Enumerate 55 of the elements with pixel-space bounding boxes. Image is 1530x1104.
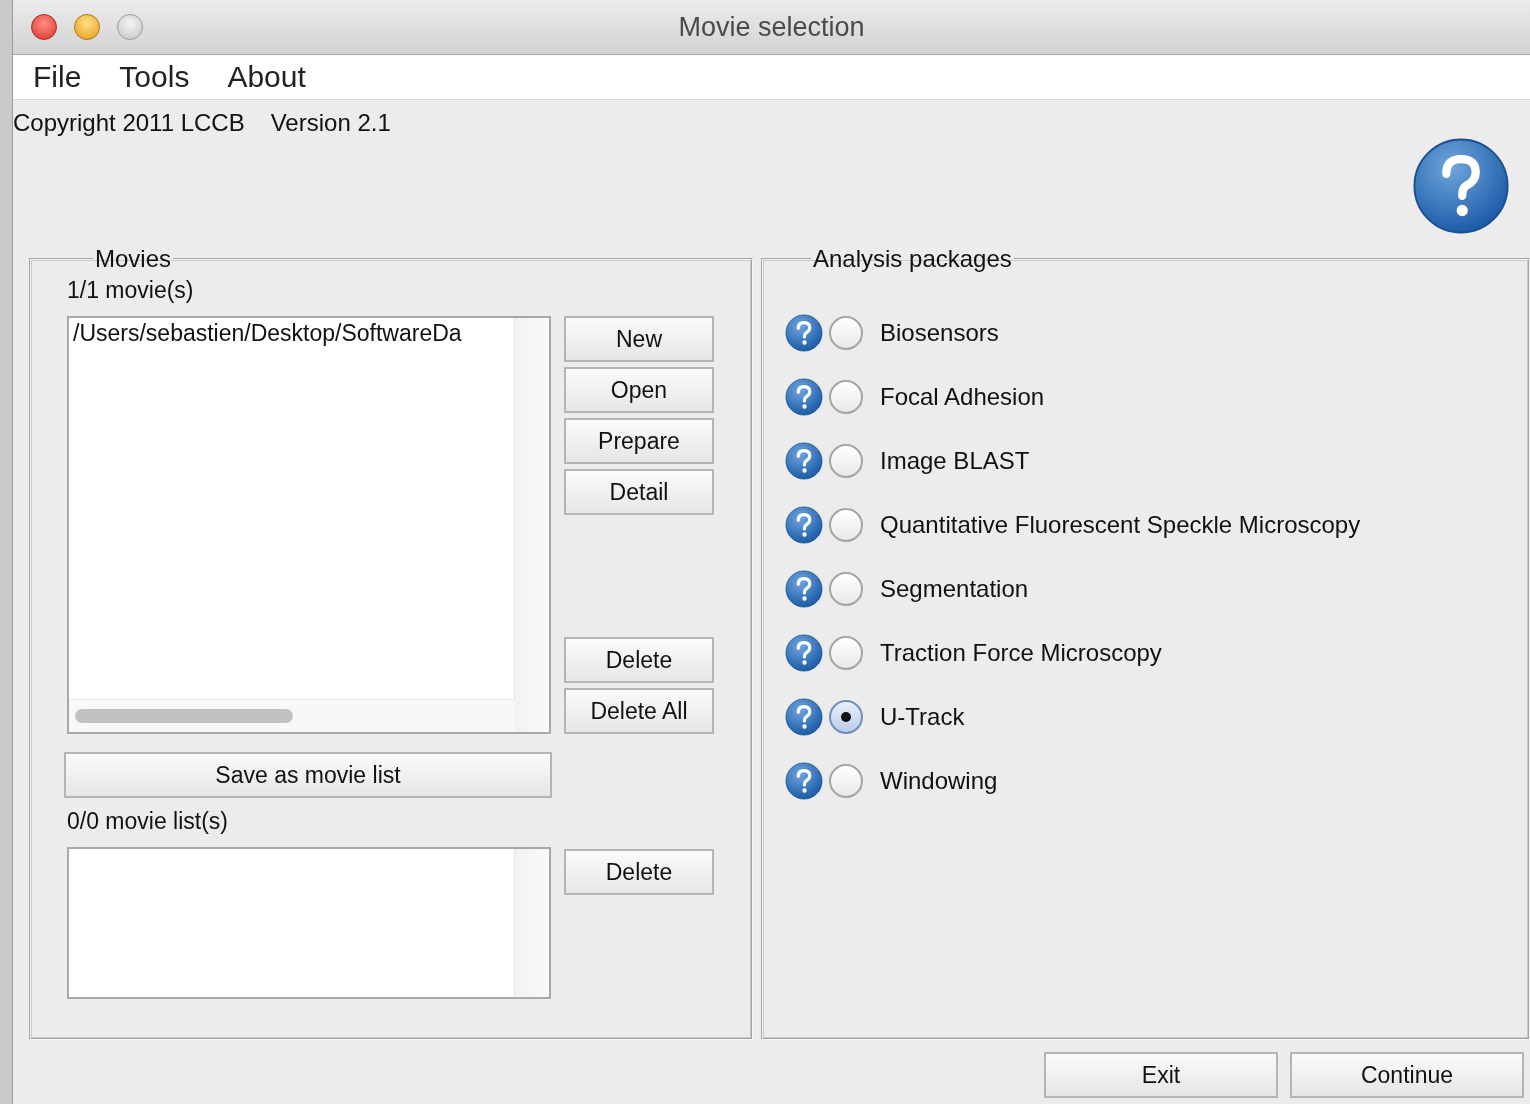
- movie-list[interactable]: /Users/sebastien/Desktop/SoftwareDa: [67, 316, 551, 734]
- panel-title: Analysis packages: [812, 245, 1013, 273]
- footer-button[interactable]: Exit: [1044, 1052, 1278, 1098]
- package-label[interactable]: Segmentation: [880, 575, 1029, 603]
- help-icon[interactable]: [785, 634, 823, 672]
- vertical-scrollbar[interactable]: [514, 318, 549, 732]
- delete-button[interactable]: Delete All: [564, 688, 714, 734]
- footer-button[interactable]: Continue: [1290, 1052, 1524, 1098]
- delete-button[interactable]: Delete: [564, 637, 714, 683]
- menu-item[interactable]: About: [227, 60, 306, 94]
- package-label[interactable]: Windowing: [880, 767, 998, 795]
- radio-button[interactable]: [829, 508, 863, 542]
- movie-button[interactable]: New: [564, 316, 714, 362]
- radio-button[interactable]: [829, 572, 863, 606]
- movie-count: 1/1 movie(s): [67, 277, 194, 304]
- radio-button[interactable]: [829, 380, 863, 414]
- help-icon[interactable]: [785, 314, 823, 352]
- save-list-button[interactable]: Save as movie list: [64, 752, 552, 798]
- movie-lists-box[interactable]: [67, 847, 551, 999]
- package-label[interactable]: U-Track: [880, 703, 965, 731]
- radio-button[interactable]: [829, 316, 863, 350]
- horizontal-scrollbar[interactable]: [69, 699, 515, 732]
- version-text: Version 2.1: [270, 109, 391, 137]
- scroll-thumb[interactable]: [75, 709, 293, 723]
- help-icon[interactable]: [785, 506, 823, 544]
- help-icon[interactable]: [1412, 137, 1510, 235]
- window-title: Movie selection: [678, 11, 865, 42]
- help-icon[interactable]: [785, 442, 823, 480]
- package-label[interactable]: Quantitative Fluorescent Speckle Microscopy: [880, 511, 1361, 539]
- close-button[interactable]: [31, 14, 57, 40]
- movie-button[interactable]: Open: [564, 367, 714, 413]
- menu-item[interactable]: Tools: [119, 60, 190, 94]
- radio-button[interactable]: [829, 764, 863, 798]
- help-icon[interactable]: [785, 378, 823, 416]
- help-icon[interactable]: [785, 698, 823, 736]
- package-label[interactable]: Focal Adhesion: [880, 383, 1045, 411]
- copyright-text: Copyright 2011 LCCB: [13, 109, 245, 137]
- movie-list-count: 0/0 movie list(s): [67, 808, 229, 835]
- radio-button[interactable]: [829, 444, 863, 478]
- package-label[interactable]: Image BLAST: [880, 447, 1030, 475]
- vertical-scrollbar[interactable]: [514, 849, 549, 997]
- help-icon[interactable]: [785, 570, 823, 608]
- panel-title: Movies: [94, 245, 173, 273]
- delete-button[interactable]: Delete: [564, 849, 714, 895]
- radio-button[interactable]: [829, 700, 863, 734]
- help-icon[interactable]: [785, 762, 823, 800]
- movie-button[interactable]: Prepare: [564, 418, 714, 464]
- menu-item[interactable]: File: [33, 60, 82, 94]
- movie-path[interactable]: /Users/sebastien/Desktop/SoftwareDa: [69, 318, 466, 349]
- minimize-button[interactable]: [74, 14, 100, 40]
- package-label[interactable]: Biosensors: [880, 319, 999, 347]
- radio-button[interactable]: [829, 636, 863, 670]
- package-label[interactable]: Traction Force Microscopy: [880, 639, 1162, 667]
- zoom-button[interactable]: [117, 14, 143, 40]
- movie-button[interactable]: Detail: [564, 469, 714, 515]
